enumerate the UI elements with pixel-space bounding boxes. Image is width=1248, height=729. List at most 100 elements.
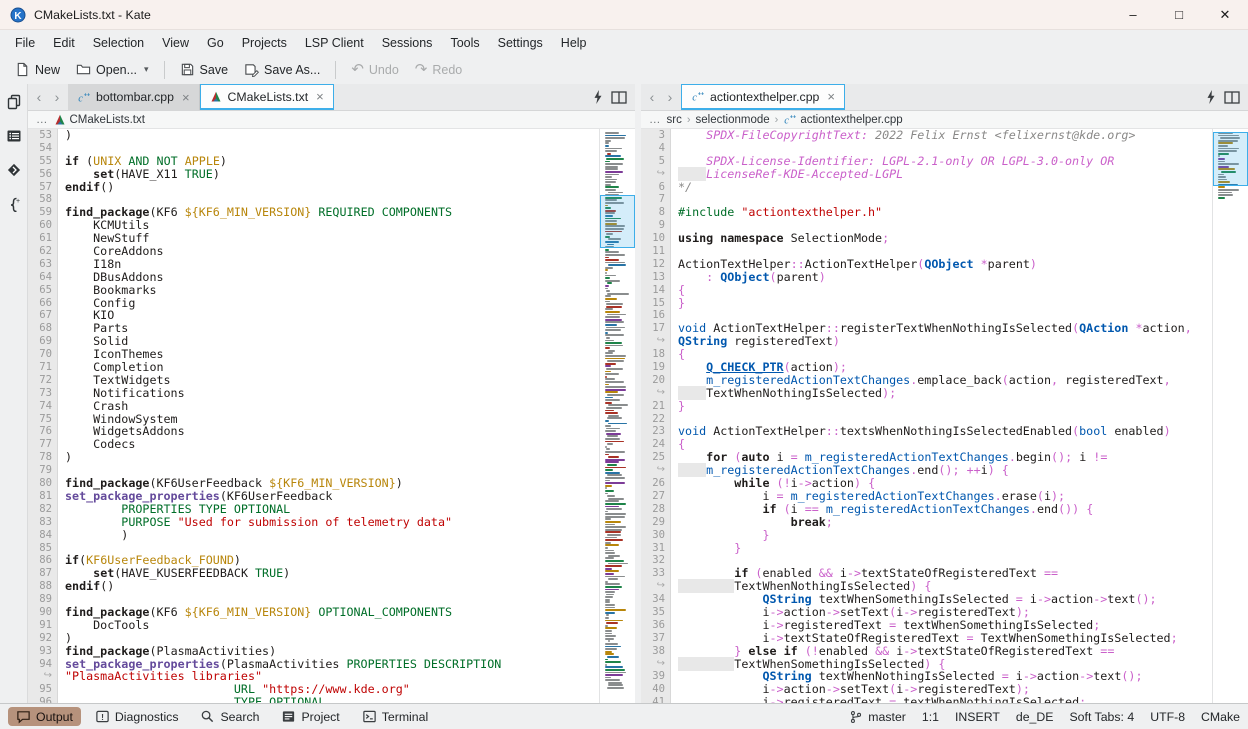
breadcrumb-overflow-button[interactable]: … — [649, 114, 662, 126]
code-text — [58, 193, 65, 206]
line-number: 37 — [641, 632, 671, 645]
minimize-button[interactable]: – — [1110, 0, 1156, 29]
menu-item-go[interactable]: Go — [198, 33, 233, 53]
minimap-scrollbar-right[interactable] — [1212, 129, 1248, 703]
line-number: 66 — [28, 297, 58, 310]
close-icon[interactable]: × — [827, 89, 835, 104]
breadcrumb-item-selectionmode[interactable]: selectionmode — [696, 114, 770, 126]
statusbar-button-project[interactable]: Project — [273, 707, 347, 726]
save-button[interactable]: Save — [173, 59, 236, 80]
breadcrumb-label: selectionmode — [696, 114, 770, 126]
code-area-right[interactable]: 3 SPDX-FileCopyrightText: 2022 Felix Ern… — [641, 129, 1212, 703]
search-icon — [200, 709, 215, 724]
minimap-scrollbar-left[interactable] — [599, 129, 635, 703]
back-icon[interactable]: ‹ — [643, 89, 661, 105]
split-view-icon[interactable] — [1224, 91, 1240, 104]
statusbar-button-search[interactable]: Search — [192, 707, 267, 726]
breadcrumb-item-src[interactable]: src — [667, 114, 682, 126]
breadcrumb-item-actiontexthelper-cpp[interactable]: c++actiontexthelper.cpp — [783, 113, 902, 126]
line-number: 8 — [641, 206, 671, 219]
split-view-icon[interactable] — [611, 91, 627, 104]
menu-item-file[interactable]: File — [6, 33, 44, 53]
statusbar-button-output[interactable]: Output — [8, 707, 81, 726]
menu-item-tools[interactable]: Tools — [441, 33, 488, 53]
line-number: 26 — [641, 477, 671, 490]
tab-actiontexthelper-cpp[interactable]: c++actiontexthelper.cpp× — [681, 84, 845, 110]
close-icon[interactable]: × — [316, 89, 324, 104]
line-number: 88 — [28, 580, 58, 593]
tool-view-button-documents-icon[interactable] — [4, 92, 24, 112]
code-text — [671, 309, 678, 322]
tool-view-button-project-panel-icon[interactable] — [4, 126, 24, 146]
output-bubble-icon — [16, 709, 31, 724]
main-area: + ‹ › c++bottombar.cpp×CMakeLists.txt× …… — [0, 84, 1248, 703]
quick-open-lightning-icon[interactable] — [593, 90, 603, 104]
line-number: 30 — [641, 529, 671, 542]
breadcrumb-label: CMakeLists.txt — [70, 114, 145, 126]
line-number: 60 — [28, 219, 58, 232]
minimap-viewport-handle[interactable] — [600, 195, 635, 248]
tool-view-button-snippets-icon[interactable]: + — [4, 194, 24, 214]
statusbar-field-de-de[interactable]: de_DE — [1016, 710, 1054, 724]
back-icon[interactable]: ‹ — [30, 89, 48, 105]
editor-pane-left: ‹ › c++bottombar.cpp×CMakeLists.txt× …CM… — [28, 84, 635, 703]
line-number: 35 — [641, 606, 671, 619]
statusbar-field-master[interactable]: master — [849, 710, 906, 724]
breadcrumb-item-cmakelists-txt[interactable]: CMakeLists.txt — [54, 114, 145, 126]
code-text — [671, 554, 678, 567]
menu-item-view[interactable]: View — [153, 33, 198, 53]
svg-text:++: ++ — [790, 115, 796, 121]
line-number: 15 — [641, 297, 671, 310]
code-line: 91 DocTools — [28, 619, 599, 632]
line-number: 40 — [641, 683, 671, 696]
line-number: 92 — [28, 632, 58, 645]
project-panel-icon — [6, 128, 22, 144]
editor-left[interactable]: 53)5455if (UNIX AND NOT APPLE)56 set(HAV… — [28, 129, 635, 703]
code-line: ↪QString registeredText) — [641, 335, 1212, 348]
line-number: 31 — [641, 542, 671, 555]
statusbar-field-label: UTF-8 — [1150, 710, 1185, 724]
menu-item-help[interactable]: Help — [552, 33, 596, 53]
close-button[interactable]: ✕ — [1202, 0, 1248, 29]
statusbar-button-diagnostics[interactable]: !Diagnostics — [87, 707, 187, 726]
quick-open-lightning-icon[interactable] — [1206, 90, 1216, 104]
line-number: 76 — [28, 425, 58, 438]
code-area-left[interactable]: 53)5455if (UNIX AND NOT APPLE)56 set(HAV… — [28, 129, 599, 703]
statusbar-field-utf-8[interactable]: UTF-8 — [1150, 710, 1185, 724]
statusbar-field-label: 1:1 — [922, 710, 939, 724]
maximize-button[interactable]: □ — [1156, 0, 1202, 29]
tab-bottombar-cpp[interactable]: c++bottombar.cpp× — [68, 84, 200, 110]
code-text: #include "actiontexthelper.h" — [671, 206, 882, 219]
editor-right[interactable]: 3 SPDX-FileCopyrightText: 2022 Felix Ern… — [641, 129, 1248, 703]
code-text: TextWhenNothingIsSelected); — [671, 387, 896, 400]
line-number: 3 — [641, 129, 671, 142]
close-icon[interactable]: × — [182, 90, 190, 105]
menu-item-lsp-client[interactable]: LSP Client — [296, 33, 373, 53]
menu-item-sessions[interactable]: Sessions — [373, 33, 442, 53]
statusbar-field-soft-tabs-4[interactable]: Soft Tabs: 4 — [1069, 710, 1134, 724]
statusbar-button-label: Diagnostics — [115, 710, 179, 724]
statusbar-field-insert[interactable]: INSERT — [955, 710, 1000, 724]
statusbar-field-cmake[interactable]: CMake — [1201, 710, 1240, 724]
breadcrumb-overflow-button[interactable]: … — [36, 114, 49, 126]
minimap-viewport-handle[interactable] — [1213, 132, 1248, 185]
menu-item-settings[interactable]: Settings — [489, 33, 552, 53]
line-number: 61 — [28, 232, 58, 245]
breadcrumb-separator-icon: › — [687, 114, 691, 126]
tool-view-button-build-diamond-icon[interactable] — [4, 160, 24, 180]
tab-cmakelists-txt[interactable]: CMakeLists.txt× — [200, 84, 334, 110]
open-button[interactable]: Open... ▾ — [69, 59, 156, 80]
code-text: */ — [671, 181, 692, 194]
new-button[interactable]: New — [8, 59, 67, 80]
save-as-button[interactable]: Save As... — [237, 59, 327, 80]
line-number: 94 — [28, 658, 58, 671]
menu-item-selection[interactable]: Selection — [84, 33, 153, 53]
statusbar-field-1-1[interactable]: 1:1 — [922, 710, 939, 724]
forward-icon[interactable]: › — [661, 89, 679, 105]
forward-icon[interactable]: › — [48, 89, 66, 105]
menu-item-edit[interactable]: Edit — [44, 33, 84, 53]
menu-item-projects[interactable]: Projects — [233, 33, 296, 53]
statusbar-button-terminal[interactable]: Terminal — [354, 707, 436, 726]
open-folder-icon — [76, 62, 91, 77]
breadcrumb-label: src — [667, 114, 682, 126]
